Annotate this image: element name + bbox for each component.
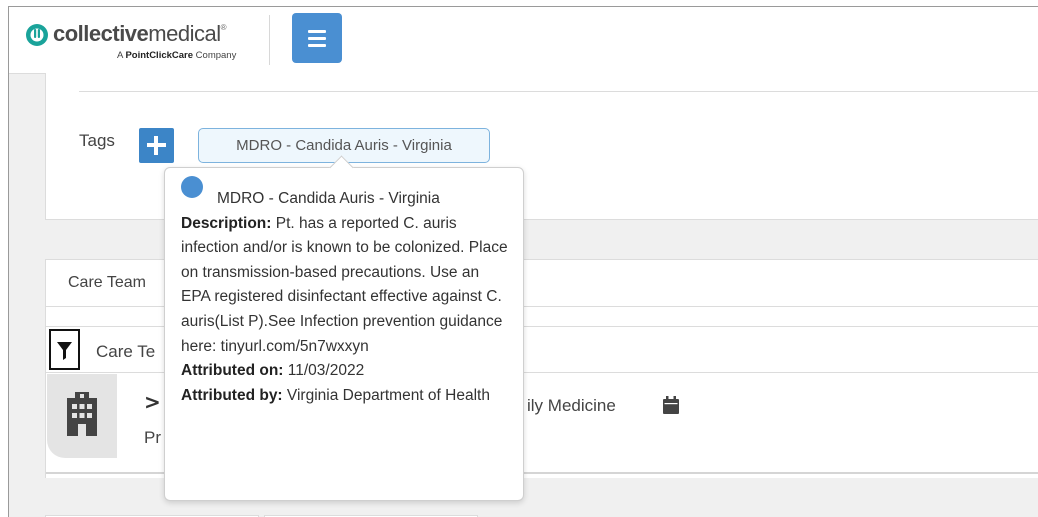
provider-name-partial: Pr	[144, 428, 161, 447]
calendar-icon[interactable]	[663, 396, 679, 414]
popover-attributed-by: Attributed by: Virginia Department of He…	[181, 386, 490, 404]
care-team-section-title: Care Te	[96, 342, 156, 361]
filter-icon	[57, 342, 72, 360]
tags-label: Tags	[79, 131, 115, 150]
provider-specialty: ily Medicine	[527, 396, 616, 415]
tag-details-popover: MDRO - Candida Auris - Virginia Descript…	[164, 155, 524, 501]
popover-description: Description: Pt. has a reported C. auris…	[181, 214, 508, 355]
header-divider	[269, 15, 270, 65]
expand-chevron-icon[interactable]: >	[144, 390, 161, 414]
popover-title: MDRO - Candida Auris - Virginia	[217, 190, 440, 207]
add-tag-button[interactable]	[139, 128, 174, 163]
collective-medical-logo[interactable]: collectivemedical® A PointClickCare Comp…	[25, 21, 265, 67]
main-menu-button[interactable]	[292, 13, 342, 63]
popover-attributed-on: Attributed on: 11/03/2022	[181, 362, 365, 380]
tag-color-dot-icon	[181, 176, 203, 198]
divider	[79, 91, 1038, 92]
top-bar: collectivemedical® A PointClickCare Comp…	[9, 7, 1038, 74]
logo-wordmark: collectivemedical®	[53, 21, 227, 46]
tab-care-team[interactable]: Care Team	[68, 274, 146, 292]
app-frame: collectivemedical® A PointClickCare Comp…	[8, 6, 1038, 517]
popover-content: MDRO - Candida Auris - Virginia Descript…	[181, 176, 511, 408]
provider-type-box	[47, 374, 117, 458]
building-icon	[67, 392, 97, 436]
logo-tagline: A PointClickCare Company	[117, 50, 237, 61]
popover-title-row: MDRO - Candida Auris - Virginia	[181, 176, 511, 212]
filter-button[interactable]	[49, 329, 80, 370]
logo-mark-icon	[26, 24, 48, 46]
